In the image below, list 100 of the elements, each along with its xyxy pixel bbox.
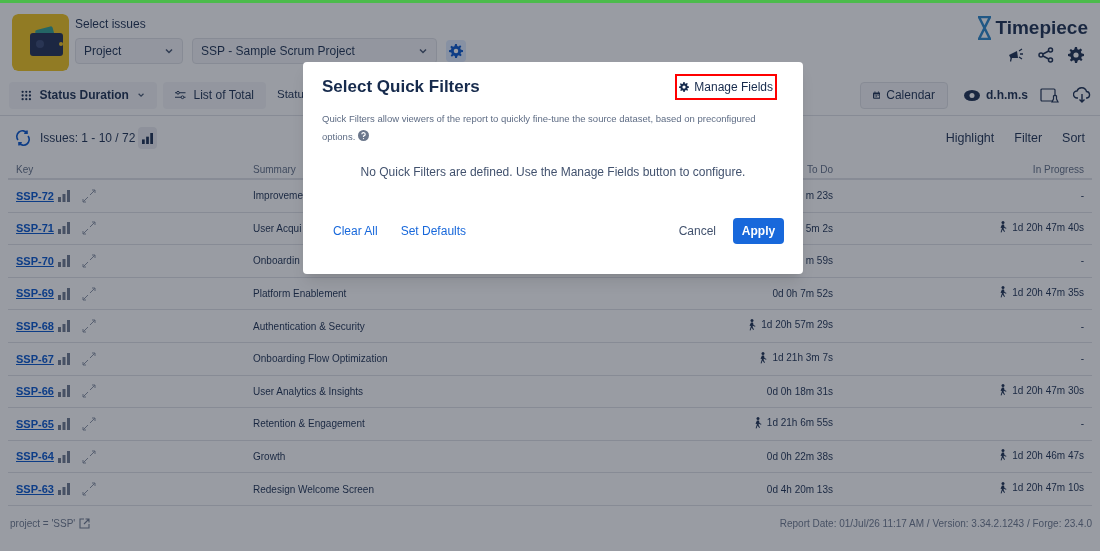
- duration-text: -: [1080, 352, 1084, 367]
- duration-text: -: [1080, 189, 1084, 204]
- running-person-icon: [747, 318, 758, 331]
- action-link[interactable]: Highlight: [945, 128, 995, 148]
- hourglass-icon: [977, 16, 993, 41]
- settings-icon[interactable]: [679, 82, 690, 92]
- bar-chart-icon[interactable]: [57, 189, 70, 202]
- issue-key-link[interactable]: SSP-67: [16, 350, 54, 367]
- running-person-icon: [998, 286, 1009, 299]
- issue-key-link[interactable]: SSP-65: [16, 415, 54, 433]
- bar-chart-icon[interactable]: [57, 483, 70, 496]
- running-person-icon: [998, 449, 1009, 462]
- column-header[interactable]: Key: [8, 161, 253, 177]
- chevron-down-icon: [418, 46, 428, 56]
- cancel-button[interactable]: Cancel: [678, 222, 716, 240]
- column-header[interactable]: In Progress: [841, 161, 1092, 177]
- expand-icon[interactable]: [81, 221, 96, 236]
- apply-button[interactable]: Apply: [733, 218, 784, 244]
- share-icon[interactable]: [1038, 46, 1054, 63]
- summary-cell: Onboardin: [253, 255, 300, 267]
- cloud-download-icon[interactable]: [1073, 87, 1091, 103]
- duration-text: 0d 0h 18m 31s: [766, 384, 833, 399]
- dialog-link[interactable]: Clear All: [333, 222, 378, 240]
- view-dropdown[interactable]: Status Duration: [9, 81, 157, 109]
- status-button[interactable]: Statu: [277, 86, 304, 104]
- duration-text: 0d 0h 22m 38s: [766, 450, 833, 465]
- project-dropdown[interactable]: SSP - Sample Scrum Project: [192, 38, 437, 64]
- issue-key-link[interactable]: SSP-70: [16, 252, 54, 270]
- calendar-button[interactable]: Calendar: [860, 81, 948, 109]
- report-info: Report Date: 01/Jul/26 11:17 AM / Version: 3.34.2.1243 / Forge: 23.4.0: [779, 517, 1092, 532]
- bar-chart-icon: [142, 132, 154, 144]
- issue-key-link[interactable]: SSP-68: [16, 317, 54, 335]
- expand-icon[interactable]: [81, 449, 96, 464]
- duration-text: 1d 20h 46m 47s: [1012, 448, 1084, 463]
- select-label: Select issues: [75, 16, 147, 32]
- issue-key-link[interactable]: SSP-63: [16, 480, 54, 498]
- chevron-down-icon: [164, 46, 174, 56]
- expand-icon[interactable]: [81, 286, 96, 301]
- empty-message: No Quick Filters are defined. Use the Manage Fields button to configure.: [359, 164, 747, 181]
- summary-cell: Onboarding Flow Optimization: [253, 353, 388, 365]
- external-link-icon[interactable]: [79, 518, 91, 530]
- summary-cell: Authentication & Security: [253, 320, 365, 332]
- format-toggle[interactable]: d.h.m.s: [964, 86, 1028, 104]
- bar-chart-icon[interactable]: [57, 255, 70, 267]
- summary-cell: Growth: [253, 451, 286, 463]
- expand-icon[interactable]: [81, 319, 96, 334]
- jql-query: project = 'SSP': [9, 517, 76, 532]
- duration-text: m 23s: [805, 189, 833, 204]
- expand-icon[interactable]: [81, 384, 96, 399]
- bar-chart-icon[interactable]: [57, 287, 70, 300]
- calendar-icon: [873, 88, 881, 102]
- duration-text: -: [1080, 319, 1084, 334]
- duration-text: 1d 21h 3m 7s: [772, 351, 833, 365]
- duration-text: -: [1080, 417, 1084, 432]
- summary-cell: User Analytics & Insights: [253, 385, 364, 397]
- help-icon[interactable]: [357, 130, 369, 141]
- expand-icon[interactable]: [81, 351, 96, 366]
- action-link[interactable]: Filter: [1014, 128, 1043, 148]
- issue-key-link[interactable]: SSP-69: [16, 285, 54, 302]
- list-button[interactable]: List of Total: [163, 81, 266, 109]
- summary-cell: Redesign Welcome Screen: [253, 483, 374, 495]
- summary-cell: User Acqui: [253, 222, 302, 234]
- calendar-alert-icon[interactable]: [1040, 87, 1059, 103]
- issue-key-link[interactable]: SSP-66: [16, 383, 54, 400]
- duration-text: 1d 20h 47m 40s: [1012, 220, 1084, 235]
- wallet-logo: [12, 14, 69, 71]
- expand-icon[interactable]: [81, 254, 96, 268]
- bar-chart-icon[interactable]: [57, 417, 70, 430]
- refresh-icon[interactable]: [15, 130, 31, 146]
- action-link[interactable]: Sort: [1062, 128, 1085, 148]
- dialog-link[interactable]: Set Defaults: [400, 222, 467, 240]
- summary-cell: Platform Enablement: [253, 288, 347, 300]
- scope-dropdown[interactable]: Project: [75, 38, 183, 64]
- running-person-icon: [998, 221, 1009, 234]
- running-person-icon: [998, 481, 1009, 494]
- bar-chart-icon[interactable]: [57, 222, 70, 235]
- issue-count: Issues: 1 - 10 / 72: [40, 130, 136, 147]
- issue-key-link[interactable]: SSP-71: [16, 220, 54, 237]
- bar-chart-icon[interactable]: [57, 320, 70, 333]
- bar-chart-icon[interactable]: [57, 385, 70, 398]
- eye-icon: [964, 89, 980, 101]
- expand-icon[interactable]: [81, 416, 96, 431]
- megaphone-icon[interactable]: [1008, 46, 1024, 63]
- summary-cell: Improveme: [253, 190, 303, 202]
- issue-key-link[interactable]: SSP-72: [16, 187, 54, 205]
- duration-text: 5m 2s: [805, 221, 833, 236]
- duration-text: 0d 4h 20m 13s: [766, 482, 833, 497]
- manage-fields-button[interactable]: Manage Fields: [675, 74, 777, 100]
- duration-text: m 59s: [805, 254, 833, 269]
- duration-text: 1d 20h 47m 30s: [1012, 383, 1084, 398]
- dialog-title: Select Quick Filters: [322, 76, 480, 99]
- bar-chart-icon[interactable]: [57, 450, 70, 463]
- dialog-description: Quick Filters allow viewers of the report to quickly fine-tune the source dataset, based on preconfigured options.: [322, 112, 757, 144]
- expand-icon[interactable]: [81, 482, 96, 497]
- duration-text: 1d 20h 47m 35s: [1012, 285, 1084, 300]
- chart-toggle-button[interactable]: [138, 127, 158, 149]
- duration-text: -: [1080, 254, 1084, 269]
- issue-key-link[interactable]: SSP-64: [16, 448, 54, 465]
- expand-icon[interactable]: [81, 188, 96, 203]
- bar-chart-icon[interactable]: [57, 352, 70, 365]
